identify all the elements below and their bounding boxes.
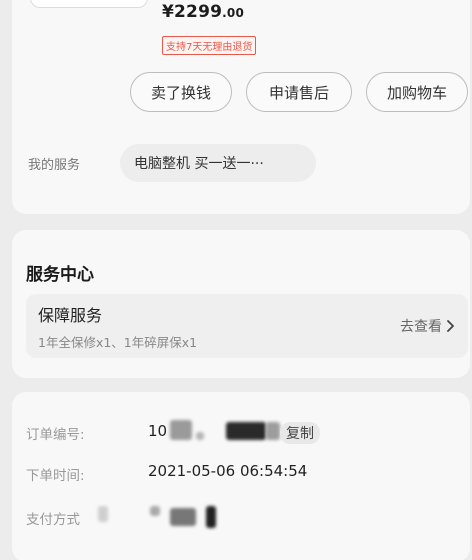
service-center-title: 服务中心 [26, 265, 94, 285]
guarantee-description: 1年全保修x1、1年碎屏保x1 [38, 335, 198, 350]
product-price: ¥2299.00 [162, 2, 244, 22]
redacted-block [226, 422, 266, 440]
product-card: ¥2299.00 支持7天无理由退货 卖了换钱 申请售后 加购物车 我的服务 电… [12, 0, 470, 214]
price-decimal: .00 [222, 6, 245, 20]
add-to-cart-button[interactable]: 加购物车 [366, 72, 468, 112]
action-buttons: 卖了换钱 申请售后 加购物车 [130, 72, 468, 112]
redacted-block [206, 506, 216, 528]
guarantee-title: 保障服务 [38, 306, 103, 325]
order-time-label: 下单时间: [26, 468, 85, 484]
copy-button[interactable]: 复制 [280, 422, 320, 444]
order-info-card: 订单编号: 10 复制 下单时间: 2021-05-06 06:54:54 支付… [12, 392, 470, 560]
view-link-label: 去查看 [400, 319, 442, 335]
view-guarantee-link[interactable]: 去查看 [400, 316, 456, 336]
order-time-value: 2021-05-06 06:54:54 [148, 462, 308, 480]
redacted-block [196, 432, 204, 440]
my-service-label: 我的服务 [28, 158, 81, 173]
redacted-block [98, 506, 108, 522]
sell-button[interactable]: 卖了换钱 [130, 72, 232, 112]
order-number-value: 10 [148, 422, 168, 440]
redacted-block [170, 420, 192, 440]
after-sales-button[interactable]: 申请售后 [246, 72, 352, 112]
redacted-block [170, 508, 196, 526]
order-number-label: 订单编号: [26, 427, 85, 443]
price-integer: ¥2299 [162, 2, 223, 22]
service-center-card: 服务中心 保障服务 1年全保修x1、1年碎屏保x1 去查看 [12, 230, 470, 378]
chevron-right-icon [447, 320, 454, 332]
return-policy-badge: 支持7天无理由退货 [162, 36, 257, 55]
product-thumbnail[interactable] [30, 0, 148, 8]
payment-method-label: 支付方式 [26, 512, 80, 528]
guarantee-service-row[interactable]: 保障服务 1年全保修x1、1年碎屏保x1 去查看 [26, 294, 468, 358]
my-service-chip[interactable]: 电脑整机 买一送一··· [120, 144, 316, 182]
redacted-block [266, 422, 280, 440]
redacted-block [150, 506, 160, 516]
